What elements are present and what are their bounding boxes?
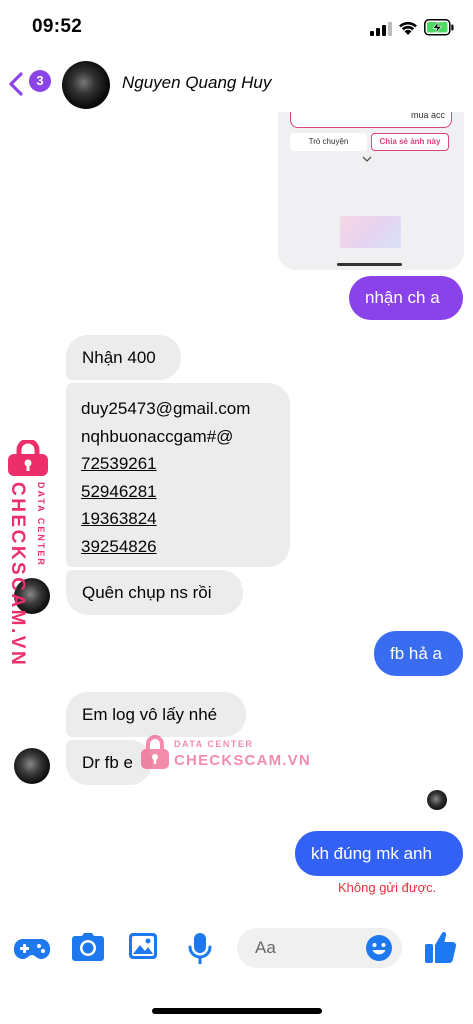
voice-record-button[interactable] [187,932,221,964]
phone-number-link[interactable]: 52946281 [81,478,275,506]
watermark-sub-text: DATA CENTER [36,482,46,567]
lock-icon [141,735,169,769]
shared-image-chat-button: Trò chuyện [290,133,367,151]
watermark-horizontal: DATA CENTER CHECKSCAM.VN [140,735,310,775]
like-button[interactable] [424,930,458,963]
sender-avatar [14,748,50,784]
message-input-container[interactable] [237,928,402,968]
shared-image-card: mua acc [290,112,452,128]
games-button[interactable] [13,932,50,964]
emoji-icon[interactable] [365,934,393,962]
message-incoming[interactable]: Em log vô lấy nhé [66,692,246,737]
wifi-icon [399,21,417,35]
contact-avatar[interactable] [62,61,110,109]
gallery-button[interactable] [128,932,162,964]
message-composer [0,918,473,978]
phone-number-link[interactable]: 19363824 [81,505,275,533]
camera-icon [72,933,104,961]
back-chevron-icon [9,72,23,96]
camera-button[interactable] [71,932,105,964]
cellular-signal-icon [370,22,392,36]
watermark-main-text: CHECKSCAM.VN [7,482,28,668]
watermark-sub-text: DATA CENTER [174,739,254,749]
message-incoming[interactable]: Nhận 400 [66,335,181,380]
gamepad-icon [14,939,50,959]
unread-count-badge: 3 [29,70,51,92]
battery-charging-icon [424,19,454,36]
status-time: 09:52 [32,16,83,37]
message-incoming[interactable]: Quên chụp ns rồi [66,570,243,615]
watermark-main-text: CHECKSCAM.VN [174,752,311,769]
message-incoming-credentials[interactable]: duy25473@gmail.com nqhbuonaccgam#@ 72539… [66,383,290,567]
home-indicator [152,1008,322,1014]
shared-image-home-indicator [337,263,402,266]
shared-image-message[interactable]: mua acc Trò chuyện Chia sẻ ảnh này [278,112,464,270]
seen-receipt-avatar [427,790,447,810]
shared-image-card-text: mua acc [410,112,445,120]
phone-number-link[interactable]: 39254826 [81,533,275,561]
message-outgoing-failed[interactable]: kh đúng mk anh [295,831,463,876]
message-outgoing[interactable]: fb hả a [374,631,463,676]
contact-name[interactable]: Nguyen Quang Huy [122,73,271,93]
shared-image-share-button: Chia sẻ ảnh này [371,133,449,151]
watermark-vertical: CHECKSCAM.VN DATA CENTER [4,440,54,667]
lock-icon [8,440,48,476]
chevron-down-icon [362,156,372,162]
phone-number-link[interactable]: 72539261 [81,450,275,478]
thumbs-up-icon [425,931,457,963]
message-line: nqhbuonaccgam#@ [81,426,234,446]
chat-header: 3 Nguyen Quang Huy [0,56,473,112]
message-line: duy25473@gmail.com [81,399,251,418]
message-input[interactable] [255,936,355,960]
shared-image-thumbnail [340,216,401,248]
status-bar: 09:52 [0,0,473,56]
message-outgoing[interactable]: nhận ch a [349,276,463,320]
image-icon [129,933,157,959]
back-button[interactable]: 3 [8,68,52,100]
microphone-icon [188,933,212,964]
send-error-text[interactable]: Không gửi được. [338,880,436,895]
